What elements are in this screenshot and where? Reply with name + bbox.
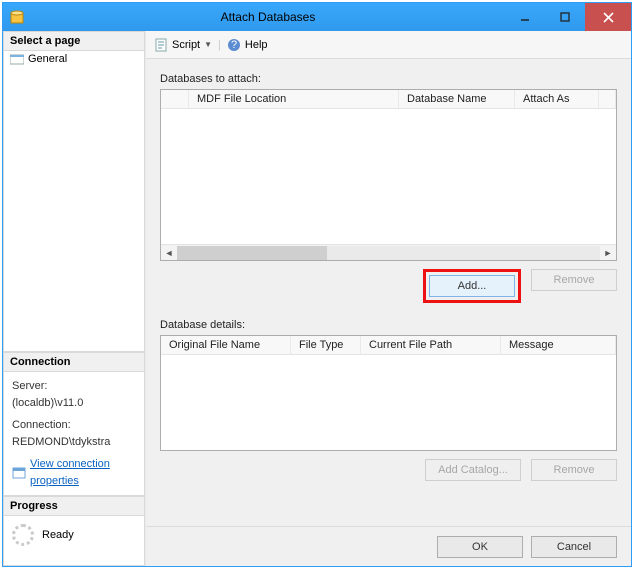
script-label: Script bbox=[172, 39, 200, 51]
page-icon bbox=[10, 53, 24, 65]
help-icon: ? bbox=[227, 38, 241, 52]
details-grid-body[interactable] bbox=[161, 355, 616, 450]
toolbar: Script ▼ | ? Help bbox=[146, 31, 631, 59]
attach-databases-window: Attach Databases Select a page General C… bbox=[2, 2, 632, 567]
main-panel: Script ▼ | ? Help Databases to attach: M… bbox=[146, 31, 631, 566]
connection-value: REDMOND\tdykstra bbox=[12, 434, 136, 451]
attach-grid-body[interactable] bbox=[161, 109, 616, 244]
cancel-button[interactable]: Cancel bbox=[531, 536, 617, 558]
col-attach-as[interactable]: Attach As bbox=[515, 90, 599, 108]
scroll-left-icon[interactable]: ◄ bbox=[161, 248, 177, 258]
app-icon bbox=[9, 9, 25, 25]
connection-properties-icon bbox=[12, 466, 26, 480]
titlebar[interactable]: Attach Databases bbox=[3, 3, 631, 31]
close-button[interactable] bbox=[585, 3, 631, 31]
select-page-header: Select a page bbox=[4, 32, 144, 51]
script-dropdown[interactable]: Script ▼ bbox=[154, 38, 212, 52]
add-catalog-button: Add Catalog... bbox=[425, 459, 521, 481]
window-title: Attach Databases bbox=[31, 10, 505, 24]
col-message[interactable]: Message bbox=[501, 336, 616, 354]
connection-header: Connection bbox=[4, 353, 144, 372]
help-button[interactable]: ? Help bbox=[227, 38, 268, 52]
col-mdf-location[interactable]: MDF File Location bbox=[189, 90, 399, 108]
remove-button: Remove bbox=[531, 269, 617, 291]
view-connection-properties-label: View connection properties bbox=[30, 456, 136, 489]
page-general[interactable]: General bbox=[4, 51, 144, 67]
col-original-file-name[interactable]: Original File Name bbox=[161, 336, 291, 354]
progress-panel: Progress Ready bbox=[3, 496, 145, 566]
maximize-button[interactable] bbox=[545, 3, 585, 31]
databases-to-attach-grid[interactable]: MDF File Location Database Name Attach A… bbox=[160, 89, 617, 261]
dialog-footer: OK Cancel bbox=[146, 526, 631, 566]
col-database-name[interactable]: Database Name bbox=[399, 90, 515, 108]
script-icon bbox=[154, 38, 168, 52]
col-current-file-path[interactable]: Current File Path bbox=[361, 336, 501, 354]
connection-label: Connection: bbox=[12, 417, 136, 434]
ok-button[interactable]: OK bbox=[437, 536, 523, 558]
progress-header: Progress bbox=[4, 497, 144, 516]
scroll-thumb[interactable] bbox=[177, 246, 327, 260]
attach-grid-header: MDF File Location Database Name Attach A… bbox=[161, 90, 616, 109]
progress-status: Ready bbox=[42, 529, 74, 541]
svg-text:?: ? bbox=[231, 39, 237, 51]
col-file-type[interactable]: File Type bbox=[291, 336, 361, 354]
add-button[interactable]: Add... bbox=[429, 275, 515, 297]
progress-spinner-icon bbox=[12, 524, 34, 546]
scroll-right-icon[interactable]: ► bbox=[600, 248, 616, 258]
connection-panel: Connection Server: (localdb)\v11.0 Conne… bbox=[3, 352, 145, 496]
page-general-label: General bbox=[28, 53, 67, 65]
database-details-grid[interactable]: Original File Name File Type Current Fil… bbox=[160, 335, 617, 451]
chevron-down-icon: ▼ bbox=[204, 40, 212, 49]
view-connection-properties-link[interactable]: View connection properties bbox=[12, 456, 136, 489]
details-grid-header: Original File Name File Type Current Fil… bbox=[161, 336, 616, 355]
sidebar: Select a page General Connection Server:… bbox=[3, 31, 146, 566]
select-page-panel: Select a page General bbox=[3, 31, 145, 352]
server-value: (localdb)\v11.0 bbox=[12, 395, 136, 412]
attach-grid-scrollbar[interactable]: ◄ ► bbox=[161, 244, 616, 260]
add-button-highlight: Add... bbox=[423, 269, 521, 303]
databases-to-attach-label: Databases to attach: bbox=[160, 73, 617, 85]
remove-detail-button: Remove bbox=[531, 459, 617, 481]
help-label: Help bbox=[245, 39, 268, 51]
minimize-button[interactable] bbox=[505, 3, 545, 31]
server-label: Server: bbox=[12, 378, 136, 395]
database-details-label: Database details: bbox=[160, 319, 617, 331]
